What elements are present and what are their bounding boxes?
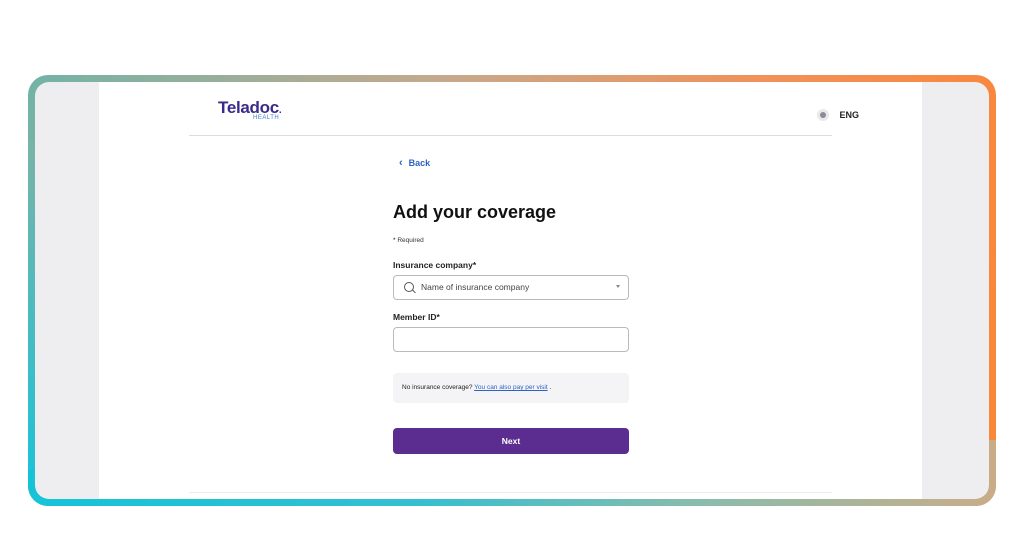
back-link[interactable]: ‹ Back (399, 156, 431, 169)
page-title: Add your coverage (393, 202, 557, 222)
pay-per-visit-link[interactable]: You can also pay per visit (474, 384, 547, 391)
member-id-label: Member ID* (393, 312, 440, 322)
back-label: Back (408, 158, 431, 168)
insurance-company-select[interactable]: Name of insurance company (393, 275, 629, 300)
required-note: * Required (393, 237, 424, 244)
required-text: Required (397, 237, 424, 244)
header-divider (189, 135, 832, 136)
browser-screen: Teladoc. HEALTH ENG ‹ Back Add your cove… (35, 82, 989, 499)
teladoc-logo[interactable]: Teladoc. HEALTH (218, 99, 282, 121)
logo-dot: . (278, 105, 282, 116)
search-icon (404, 282, 414, 292)
chevron-left-icon: ‹ (399, 156, 403, 169)
notice-suffix: . (549, 384, 552, 391)
insurance-company-placeholder: Name of insurance company (421, 282, 530, 292)
no-insurance-notice: No insurance coverage? You can also pay … (393, 373, 629, 403)
logo-subtitle: HEALTH (253, 115, 280, 121)
language-label: ENG (839, 110, 859, 120)
globe-icon (817, 109, 830, 121)
language-selector[interactable]: ENG (817, 109, 859, 121)
page: Teladoc. HEALTH ENG ‹ Back Add your cove… (99, 82, 922, 499)
next-button[interactable]: Next (393, 428, 629, 454)
member-id-input[interactable] (393, 327, 629, 352)
caret-down-icon (616, 285, 620, 288)
footer-divider (189, 492, 832, 493)
required-star: * (393, 237, 396, 244)
notice-text: No insurance coverage? (402, 384, 473, 391)
insurance-company-label: Insurance company* (393, 260, 477, 270)
